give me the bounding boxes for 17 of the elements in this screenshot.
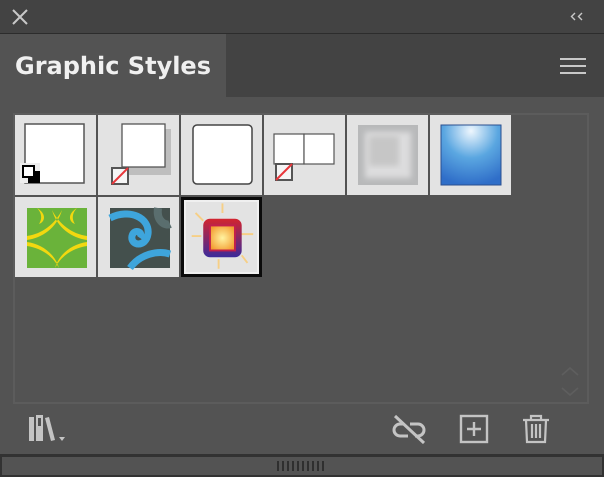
graphic-style-swatch[interactable] bbox=[181, 197, 262, 278]
close-icon[interactable] bbox=[11, 8, 29, 26]
graphic-style-swatch[interactable] bbox=[98, 197, 179, 278]
collapse-icon[interactable] bbox=[570, 12, 584, 22]
graphic-style-swatch[interactable] bbox=[15, 115, 96, 196]
graphic-style-swatch[interactable] bbox=[264, 115, 345, 196]
grip-icon[interactable] bbox=[277, 461, 327, 472]
unlink-icon[interactable] bbox=[391, 414, 427, 444]
graphic-style-swatch[interactable] bbox=[15, 197, 96, 278]
graphic-style-swatch[interactable] bbox=[181, 115, 262, 196]
graphic-style-swatch[interactable] bbox=[430, 115, 511, 196]
new-style-icon[interactable] bbox=[459, 414, 489, 444]
panel-tab[interactable]: Graphic Styles bbox=[0, 34, 226, 98]
graphic-style-swatch[interactable] bbox=[98, 115, 179, 196]
menu-icon[interactable] bbox=[560, 56, 586, 75]
graphic-style-swatch[interactable] bbox=[347, 115, 428, 196]
trash-icon[interactable] bbox=[521, 414, 551, 444]
